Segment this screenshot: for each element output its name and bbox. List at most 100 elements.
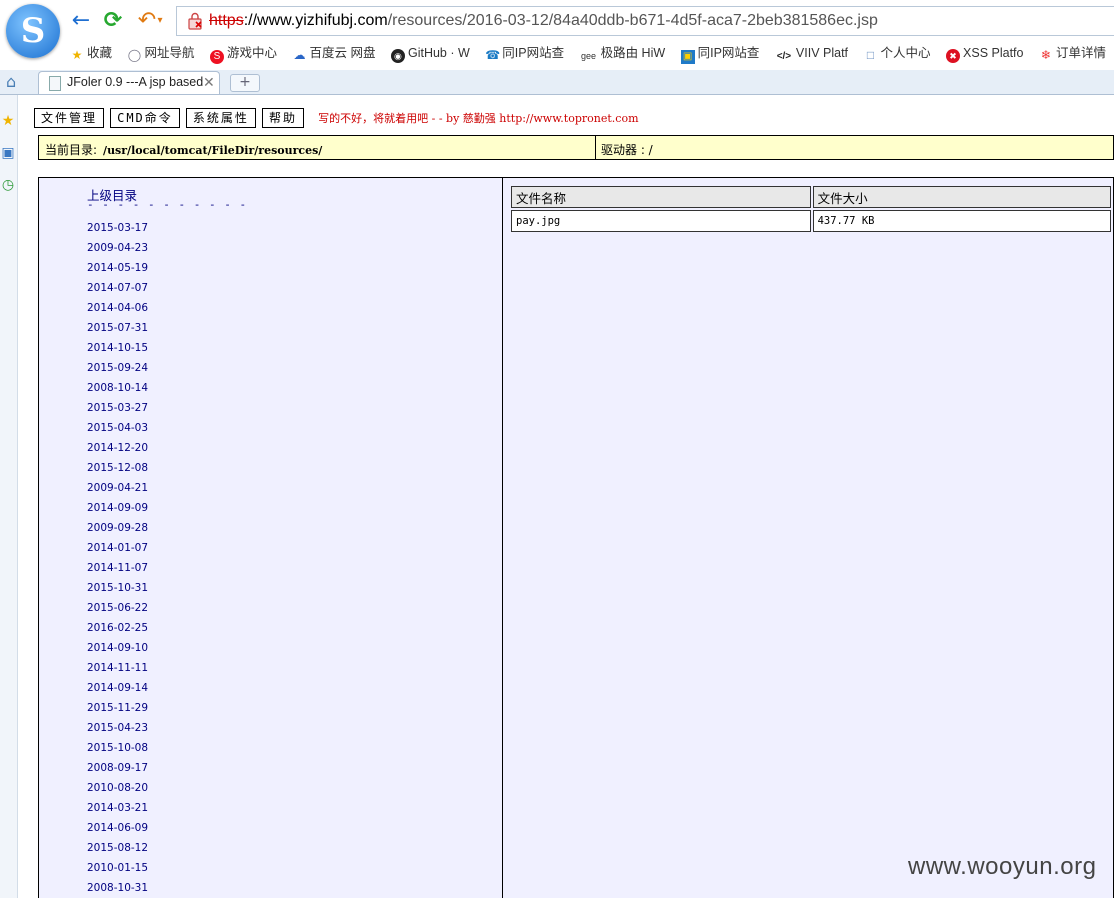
directory-link[interactable]: 2014-09-10 bbox=[87, 638, 148, 658]
directory-link[interactable]: 2010-01-15 bbox=[87, 858, 148, 878]
tab-jfoler[interactable]: JFoler 0.9 ---A jsp based ✕ bbox=[38, 71, 220, 94]
directory-link[interactable]: 2014-03-21 bbox=[87, 798, 148, 818]
hiwifi-icon: gee bbox=[581, 51, 597, 61]
directory-link[interactable]: 2009-04-21 bbox=[87, 478, 148, 498]
directory-link[interactable]: 2009-04-23 bbox=[87, 238, 148, 258]
file-table: 文件名称 文件大小 pay.jpg 437.77 KB bbox=[509, 184, 1113, 234]
drive-label: 驱动器 : / bbox=[601, 143, 653, 157]
bookmarks-bar: ★ 收藏 ◯ 网址导航 S 游戏中心 ☁ 百度云 网盘 ◉ GitHub · W ☎ 同IP… bbox=[70, 42, 1114, 64]
file-manage-button[interactable]: 文件管理 bbox=[34, 108, 105, 128]
refresh-icon[interactable]: ⟳ bbox=[100, 8, 126, 34]
bookmark-same-ip-2[interactable]: ▣ 同IP网站查 bbox=[680, 42, 759, 64]
help-button[interactable]: 帮助 bbox=[262, 108, 305, 128]
author-note: 写的不好，将就着用吧 - - by 慈勤强 http://www.toprone… bbox=[318, 112, 639, 125]
globe-icon: ◯ bbox=[127, 48, 142, 62]
browser-sidebar: ★ ▣ ◷ bbox=[0, 95, 18, 898]
bookmark-viiv[interactable]: </> VIIV Platf bbox=[775, 46, 848, 64]
bookmark-same-ip-1[interactable]: ☎ 同IP网站查 bbox=[485, 42, 564, 62]
directory-link[interactable]: 2014-11-07 bbox=[87, 558, 148, 578]
directory-link[interactable]: 2015-06-22 bbox=[87, 598, 148, 618]
directory-link[interactable]: 2016-02-25 bbox=[87, 618, 148, 638]
current-dir-label: 当前目录: bbox=[45, 143, 98, 157]
directory-link[interactable]: 2015-10-08 bbox=[87, 738, 148, 758]
directory-link[interactable]: 2014-04-06 bbox=[87, 298, 148, 318]
directory-link[interactable]: 2014-05-19 bbox=[87, 258, 148, 278]
bookmark-github[interactable]: ◉ GitHub · W bbox=[390, 46, 470, 63]
directory-link[interactable]: 2015-04-23 bbox=[87, 718, 148, 738]
file-table-header: 文件名称 文件大小 bbox=[511, 186, 1111, 208]
watermark: www.wooyun.org bbox=[908, 853, 1097, 880]
new-tab-button[interactable]: + bbox=[230, 74, 260, 92]
directory-link[interactable]: 2014-07-07 bbox=[87, 278, 148, 298]
directory-link[interactable]: 2015-03-27 bbox=[87, 398, 148, 418]
favorites-star-icon[interactable]: ★ bbox=[0, 113, 16, 129]
cloud-icon: ☁ bbox=[293, 48, 306, 62]
order-icon: ❄ bbox=[1040, 48, 1051, 62]
directory-link[interactable]: 2010-08-20 bbox=[87, 778, 148, 798]
github-icon: ◉ bbox=[390, 49, 405, 63]
bookmark-games[interactable]: S 游戏中心 bbox=[210, 42, 277, 64]
cmd-button[interactable]: CMD命令 bbox=[110, 108, 180, 128]
file-name-cell[interactable]: pay.jpg bbox=[511, 210, 811, 232]
bookmark-hiwifi[interactable]: gee 极路由 HiW bbox=[580, 42, 665, 63]
bookmark-baidu-pan[interactable]: ☁ 百度云 网盘 bbox=[293, 42, 376, 62]
directory-link[interactable]: 2014-09-14 bbox=[87, 678, 148, 698]
back-arrow-icon[interactable]: ← bbox=[68, 8, 94, 34]
col-file-size: 文件大小 bbox=[812, 186, 1111, 208]
tab-strip: ⌂ JFoler 0.9 ---A jsp based ✕ + bbox=[0, 70, 1114, 95]
home-icon[interactable]: ⌂ bbox=[6, 73, 24, 91]
current-dir-cell: 当前目录: /usr/local/tomcat/FileDir/resources… bbox=[39, 136, 596, 159]
directory-link[interactable]: 2008-10-14 bbox=[87, 378, 148, 398]
bookmark-order[interactable]: ❄ 订单详情 bbox=[1039, 42, 1106, 62]
url-text[interactable]: https://www.yizhifubj.com/resources/2016… bbox=[209, 12, 878, 30]
directory-pane: 上级目录 - - - - - - - - - - - 2015-03-17 200… bbox=[39, 178, 503, 898]
phone-icon: ☎ bbox=[485, 48, 501, 62]
directory-link[interactable]: 2014-11-11 bbox=[87, 658, 148, 678]
close-icon[interactable]: ✕ bbox=[203, 74, 215, 91]
directory-link[interactable]: 2014-12-20 bbox=[87, 438, 148, 458]
system-props-button[interactable]: 系统属性 bbox=[185, 108, 256, 128]
directory-link[interactable]: 2014-06-09 bbox=[87, 818, 148, 838]
separator: - - - - - - - - - - - bbox=[87, 198, 248, 211]
directory-link[interactable]: 2015-09-24 bbox=[87, 358, 148, 378]
star-icon: ★ bbox=[71, 48, 83, 62]
directory-link[interactable]: 2014-09-09 bbox=[87, 498, 148, 518]
file-browser: 上级目录 - - - - - - - - - - - 2015-03-17 200… bbox=[38, 177, 1114, 898]
directory-list: 2015-03-17 2009-04-23 2014-05-19 2014-07-07… bbox=[87, 218, 148, 898]
bookmark-profile[interactable]: □ 个人中心 bbox=[864, 42, 931, 62]
table-row: pay.jpg 437.77 KB bbox=[511, 210, 1111, 232]
directory-link[interactable]: 2015-04-03 bbox=[87, 418, 148, 438]
current-dir-path: /usr/local/tomcat/FileDir/resources/ bbox=[103, 144, 323, 157]
directory-link[interactable]: 2014-10-15 bbox=[87, 338, 148, 358]
directory-link[interactable]: 2015-03-17 bbox=[87, 218, 148, 238]
main-menu: 文件管理 CMD命令 系统属性 帮助 写的不好，将就着用吧 - - by 慈勤强… bbox=[34, 107, 639, 128]
code-icon: </> bbox=[776, 51, 792, 62]
directory-link[interactable]: 2015-08-12 bbox=[87, 838, 148, 858]
file-size-cell: 437.77 KB bbox=[812, 210, 1111, 232]
game-icon: S bbox=[210, 50, 224, 64]
tab-title: JFoler 0.9 ---A jsp based bbox=[67, 75, 204, 89]
insecure-lock-icon bbox=[188, 12, 202, 30]
bookmark-xss[interactable]: ✖ XSS Platfo bbox=[946, 46, 1023, 63]
directory-link[interactable]: 2008-09-17 bbox=[87, 758, 148, 778]
document-icon bbox=[49, 76, 61, 91]
directory-link[interactable]: 2008-10-31 bbox=[87, 878, 148, 898]
browser-logo-icon[interactable]: S bbox=[6, 4, 60, 58]
address-bar[interactable]: https://www.yizhifubj.com/resources/2016… bbox=[176, 6, 1114, 36]
undo-dropdown-icon[interactable]: ▾ bbox=[154, 8, 166, 34]
col-file-name: 文件名称 bbox=[511, 186, 811, 208]
directory-link[interactable]: 2015-10-31 bbox=[87, 578, 148, 598]
directory-link[interactable]: 2014-01-07 bbox=[87, 538, 148, 558]
monitor-icon[interactable]: ▣ bbox=[0, 145, 16, 161]
directory-link[interactable]: 2009-09-28 bbox=[87, 518, 148, 538]
url-path: /resources/2016-03-12/84a40ddb-b671-4d5f… bbox=[387, 12, 878, 29]
directory-link[interactable]: 2015-07-31 bbox=[87, 318, 148, 338]
history-clock-icon[interactable]: ◷ bbox=[0, 177, 16, 193]
current-path-bar: 当前目录: /usr/local/tomcat/FileDir/resources… bbox=[38, 135, 1114, 160]
bookmark-favorites[interactable]: ★ 收藏 bbox=[70, 42, 112, 62]
directory-link[interactable]: 2015-11-29 bbox=[87, 698, 148, 718]
directory-link[interactable]: 2015-12-08 bbox=[87, 458, 148, 478]
browser-toolbar: S ← ⟳ ↶ ▾ https://www.yizhifubj.com/reso… bbox=[0, 0, 1114, 70]
site-check-icon: ▣ bbox=[680, 50, 695, 64]
bookmark-nav[interactable]: ◯ 网址导航 bbox=[128, 42, 195, 62]
